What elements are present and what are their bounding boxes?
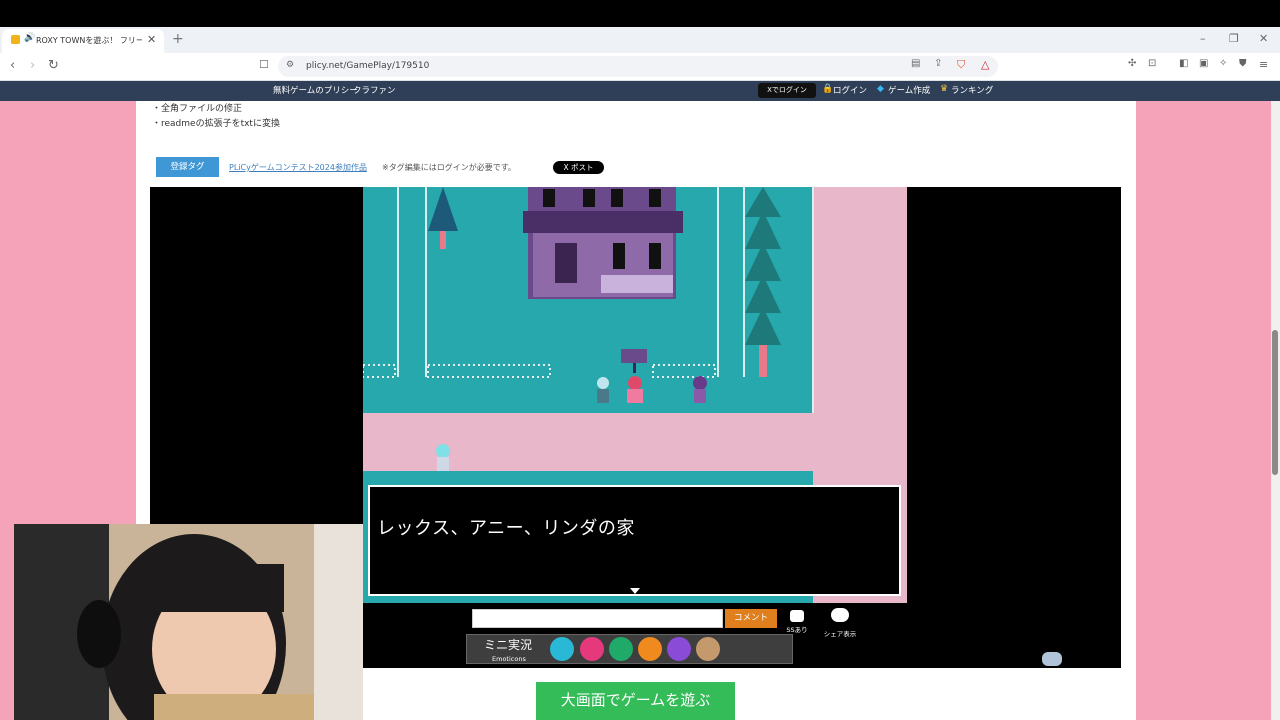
comment-input[interactable]: [472, 609, 723, 628]
mascot-icon: [1042, 652, 1062, 666]
sidebar-icon[interactable]: ◧: [1179, 58, 1188, 69]
bookmark-icon[interactable]: ☐: [259, 58, 269, 71]
brave-shield-icon[interactable]: ⛉: [957, 58, 965, 72]
comment-button[interactable]: コメント: [725, 609, 777, 628]
tab-close-icon[interactable]: ✕: [147, 33, 156, 46]
reader-icon[interactable]: ▤: [911, 58, 920, 69]
x-post-button[interactable]: X ポスト: [553, 161, 604, 174]
close-window-button[interactable]: ✕: [1259, 32, 1268, 45]
share-display-label[interactable]: シェア表示: [820, 628, 860, 638]
emoticon-sad-icon[interactable]: [667, 637, 691, 661]
lock-icon: 🔒: [822, 84, 834, 94]
forward-icon[interactable]: ›: [30, 58, 35, 73]
emoticons-subtitle: Emoticons: [492, 655, 526, 663]
favicon-icon: [11, 35, 20, 44]
new-tab-button[interactable]: +: [172, 31, 184, 47]
ranking-link[interactable]: ランキング: [951, 84, 993, 96]
wallet-icon[interactable]: ▣: [1199, 58, 1208, 69]
create-game-link[interactable]: ゲーム作成: [888, 84, 930, 96]
site-logo-link[interactable]: 無料ゲームのプリシー: [273, 84, 358, 96]
vpn-icon[interactable]: ⛊: [1239, 58, 1247, 69]
extensions-icon[interactable]: ✣: [1128, 58, 1136, 69]
emoticon-laugh-icon[interactable]: [609, 637, 633, 661]
emoticon-smile-icon[interactable]: [580, 637, 604, 661]
rewards-icon[interactable]: △: [981, 58, 989, 71]
chat-bubble-icon[interactable]: [831, 608, 849, 622]
tag-link[interactable]: PLiCyゲームコンテスト2024参加作品: [229, 162, 367, 173]
letterbox-bar: [0, 0, 1280, 27]
emoticon-surprise-icon[interactable]: [638, 637, 662, 661]
changelog-item: ・全角ファイルの修正: [152, 104, 243, 114]
big-screen-play-button[interactable]: 大画面でゲームを遊ぶ: [536, 682, 735, 720]
tab-title: ROXY TOWNを遊ぶ！ フリーゲ: [36, 36, 142, 45]
emoticon-neutral-icon[interactable]: [696, 637, 720, 661]
login-link[interactable]: ログイン: [833, 84, 867, 96]
crowdfund-link[interactable]: クラファン: [353, 84, 396, 96]
speaker-icon[interactable]: 🔊: [24, 33, 35, 43]
site-nav-bar: [0, 81, 1280, 101]
dialog-box[interactable]: [368, 485, 901, 596]
url-text[interactable]: plicy.net/GamePlay/179510: [306, 61, 429, 71]
changelog-item: ・readmeの拡張子をtxtに変換: [152, 119, 280, 129]
tab-search-icon[interactable]: ⊡: [1148, 58, 1156, 69]
x-login-button[interactable]: Xでログイン: [758, 83, 816, 98]
menu-icon[interactable]: ≡: [1259, 58, 1268, 71]
dialog-next-icon: [630, 588, 640, 594]
tag-note: ※タグ編集にはログインが必要です。: [382, 163, 516, 172]
minimize-button[interactable]: –: [1200, 32, 1206, 45]
tags-label: 登録タグ: [156, 157, 219, 177]
webcam-overlay: [14, 524, 363, 720]
camera-icon[interactable]: [790, 610, 804, 622]
speech-icon: ◆: [877, 84, 884, 94]
dialog-text: レックス、アニー、リンダの家: [377, 518, 635, 539]
scrollbar-thumb[interactable]: [1272, 330, 1278, 475]
share-icon[interactable]: ⇪: [934, 58, 942, 69]
back-icon[interactable]: ‹: [10, 58, 15, 73]
site-info-icon[interactable]: ⚙: [286, 60, 294, 70]
tab-strip: [0, 27, 1280, 53]
trophy-icon: ♛: [940, 84, 949, 94]
reload-icon[interactable]: ↻: [48, 58, 59, 73]
emoticons-title: ミニ実況: [484, 638, 533, 652]
emoticon-happy-icon[interactable]: [550, 637, 574, 661]
streamer-webcam-image: [14, 524, 363, 720]
ss-label[interactable]: SSあり: [784, 624, 810, 634]
maximize-button[interactable]: ❐: [1229, 32, 1239, 45]
leo-icon[interactable]: ✧: [1219, 58, 1227, 69]
